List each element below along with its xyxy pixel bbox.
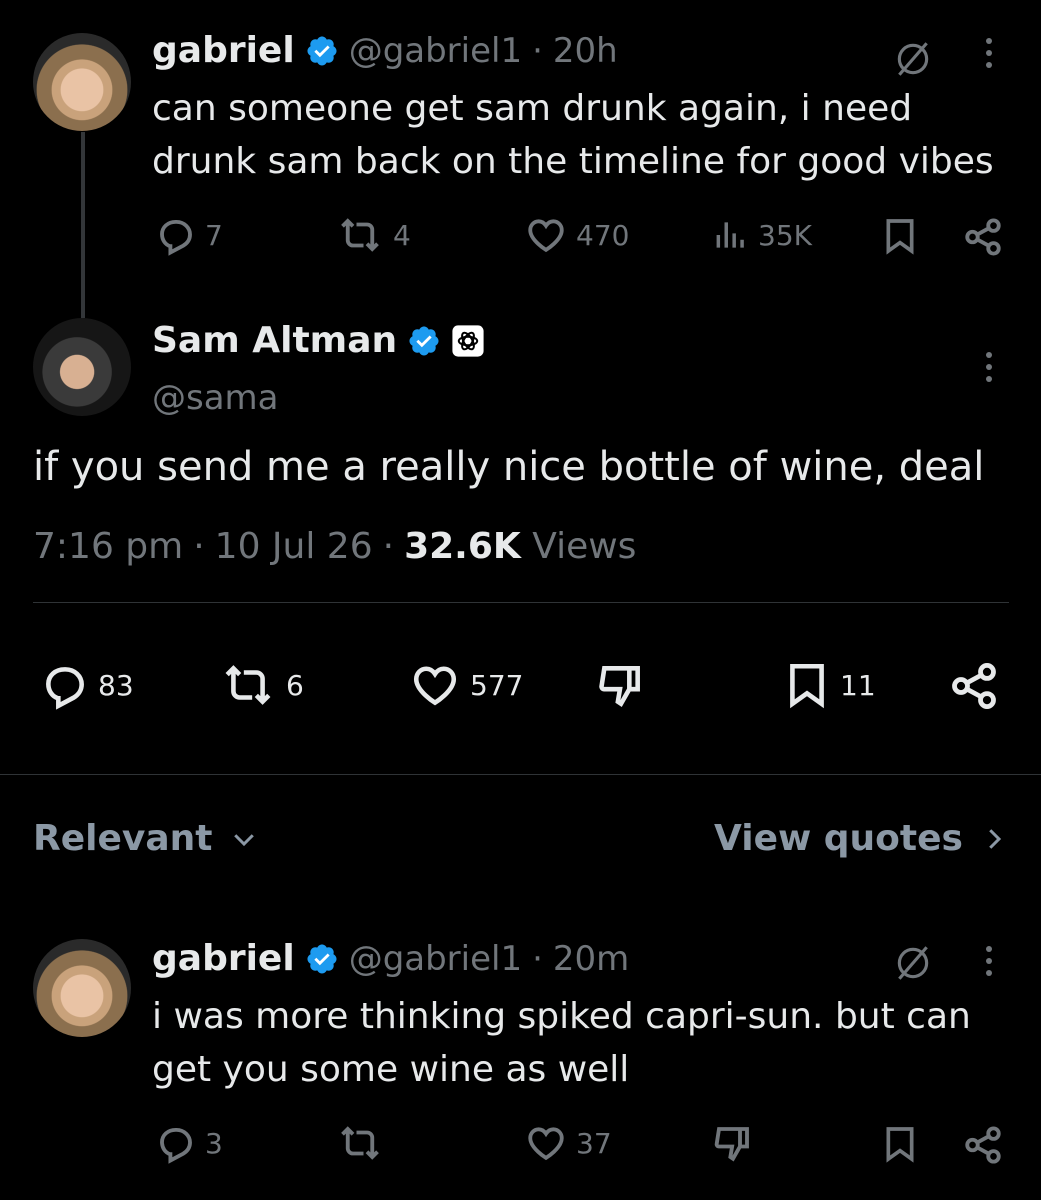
share-icon[interactable] [962, 216, 1004, 258]
divider [33, 602, 1009, 603]
share-icon[interactable] [948, 660, 1000, 712]
repost-icon [225, 665, 271, 705]
avatar[interactable] [33, 318, 131, 416]
timestamp[interactable]: 20h [553, 31, 618, 71]
like-button[interactable]: 577 [408, 660, 523, 710]
tweet-text: can someone get sam drunk again, i need … [152, 88, 994, 182]
repost-count: 4 [393, 218, 411, 252]
tweet-text: if you send me a really nice bottle of w… [33, 444, 985, 490]
separator: · [532, 938, 543, 979]
timestamp[interactable]: 20m [553, 939, 629, 979]
more-options-icon[interactable] [986, 352, 992, 382]
views-link[interactable]: 32.6K Views [404, 526, 636, 567]
views-count: 35K [758, 218, 812, 252]
chevron-down-icon [233, 833, 254, 846]
more-options-icon[interactable] [986, 38, 992, 68]
divider [0, 774, 1041, 775]
author-name[interactable]: Sam Altman [152, 320, 397, 361]
more-options-icon[interactable] [986, 946, 992, 976]
view-quotes-link[interactable]: View quotes [714, 818, 1009, 859]
author-name[interactable]: gabriel [152, 938, 295, 979]
heart-icon [528, 1127, 564, 1161]
views-count: 32.6K [404, 526, 521, 567]
tweet-text: i was more thinking spiked capri-sun. bu… [152, 996, 971, 1090]
sort-label: Relevant [33, 818, 213, 859]
views-button[interactable]: 35K [712, 214, 812, 256]
reply-icon [160, 219, 192, 256]
reply-button[interactable]: 83 [40, 660, 134, 710]
verified-badge-icon [409, 325, 439, 356]
grok-icon[interactable] [892, 942, 934, 984]
tweet-time[interactable]: 7:16 pm [33, 526, 183, 567]
downvote-icon[interactable] [594, 660, 648, 710]
repost-button[interactable]: 4 [335, 214, 411, 256]
author-handle[interactable]: @gabriel1 [349, 939, 522, 979]
verified-badge-icon [307, 943, 337, 974]
like-count: 470 [576, 218, 630, 252]
repost-icon [341, 218, 379, 252]
chevron-right-icon [989, 828, 1002, 849]
views-icon [716, 222, 744, 248]
bookmark-icon[interactable] [880, 1124, 920, 1164]
avatar[interactable] [33, 33, 131, 131]
reply-icon [160, 1127, 192, 1164]
downvote-icon[interactable] [712, 1122, 754, 1164]
sort-dropdown[interactable]: Relevant [33, 818, 259, 859]
avatar[interactable] [33, 939, 131, 1037]
tweet-header: Sam Altman [152, 320, 485, 361]
repost-button[interactable]: 6 [218, 660, 304, 710]
reply-count: 83 [98, 668, 134, 702]
separator: · [193, 526, 205, 567]
repost-icon[interactable] [335, 1122, 385, 1164]
bookmark-button[interactable]: 11 [782, 660, 876, 710]
bookmark-icon [790, 663, 824, 709]
reply-button[interactable]: 7 [155, 214, 223, 256]
bookmark-count: 11 [840, 668, 876, 702]
tweet-date[interactable]: 10 Jul 26 [215, 526, 373, 567]
like-button[interactable]: 470 [524, 214, 629, 256]
heart-icon [528, 219, 564, 253]
author-name[interactable]: gabriel [152, 30, 295, 71]
tweet-meta: 7:16 pm · 10 Jul 26 · 32.6K Views [33, 526, 636, 567]
bookmark-icon[interactable] [880, 216, 920, 256]
views-label: Views [532, 526, 637, 567]
reply-count: 7 [205, 218, 223, 252]
separator: · [532, 30, 543, 71]
reply-button[interactable]: 3 [155, 1122, 223, 1164]
share-icon[interactable] [962, 1124, 1004, 1166]
separator: · [382, 526, 395, 567]
tweet-header: gabriel @gabriel1 · 20m [152, 938, 629, 979]
like-count: 37 [576, 1126, 612, 1160]
view-quotes-label: View quotes [714, 818, 963, 859]
like-count: 577 [470, 668, 524, 702]
grok-icon[interactable] [892, 38, 934, 80]
repost-count: 6 [286, 668, 304, 702]
author-handle[interactable]: @gabriel1 [349, 31, 522, 71]
like-button[interactable]: 37 [524, 1122, 612, 1164]
openai-affiliate-icon[interactable] [451, 324, 485, 358]
verified-badge-icon [307, 35, 337, 66]
tweet-header: gabriel @gabriel1 · 20h [152, 30, 618, 71]
reply-icon [46, 667, 84, 710]
heart-icon [413, 666, 457, 706]
author-handle[interactable]: @sama [152, 378, 279, 418]
thread-line [81, 132, 85, 318]
reply-count: 3 [205, 1126, 223, 1160]
